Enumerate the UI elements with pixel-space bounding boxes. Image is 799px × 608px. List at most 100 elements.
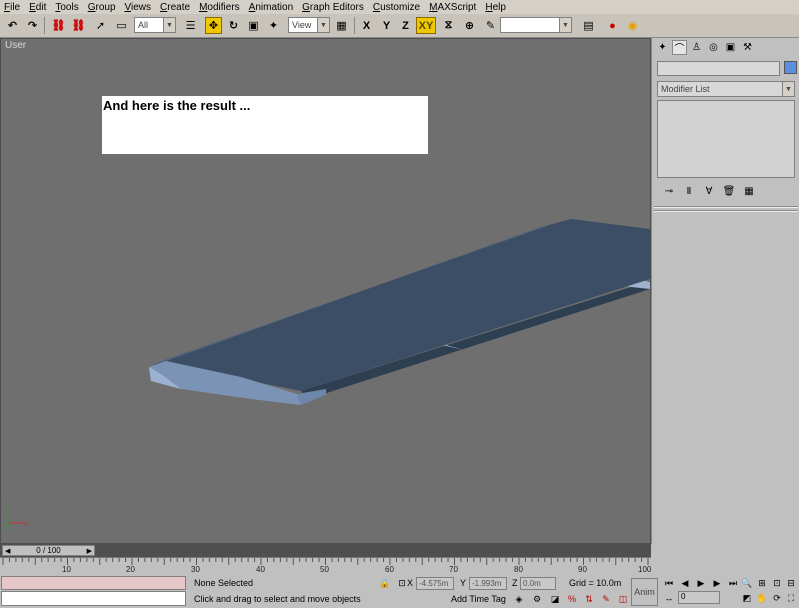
configure-modifier-sets-icon[interactable]: ▦ bbox=[742, 186, 756, 197]
lock-selection-icon[interactable]: 🔒 bbox=[379, 577, 391, 589]
reference-coordinate-dropdown[interactable]: View ▼ bbox=[288, 17, 330, 33]
viewport-user[interactable]: User And here is the result ... z x y bbox=[0, 38, 651, 544]
select-object-icon[interactable]: ➚ bbox=[92, 17, 109, 34]
tick-label: 60 bbox=[385, 565, 394, 574]
snaps-toggle-icon[interactable]: ⚙ bbox=[531, 593, 543, 605]
add-time-tag-button[interactable]: Add Time Tag bbox=[448, 592, 508, 606]
z-coordinate-field[interactable]: 0.0m bbox=[520, 577, 556, 590]
utilities-tab-icon[interactable]: ⚒ bbox=[740, 40, 755, 55]
time-slider-thumb[interactable]: ◀ 0 / 100 ▶ bbox=[2, 545, 95, 556]
selection-region-icon[interactable]: ▭ bbox=[113, 17, 130, 34]
selection-status: None Selected bbox=[194, 578, 254, 588]
maximize-viewport-icon[interactable]: ⛶ bbox=[785, 592, 797, 604]
mirror-icon[interactable]: ⧖ bbox=[440, 17, 457, 34]
menu-tools[interactable]: Tools bbox=[55, 2, 78, 13]
menu-create[interactable]: Create bbox=[160, 2, 190, 13]
track-view-icon[interactable]: ▤ bbox=[580, 17, 597, 34]
redo-icon[interactable]: ↷ bbox=[24, 17, 41, 34]
toolbar-separator bbox=[354, 17, 355, 34]
remove-modifier-icon[interactable]: 🗑 bbox=[722, 186, 736, 197]
tick-label: 50 bbox=[320, 565, 329, 574]
play-icon[interactable]: ▶ bbox=[695, 577, 707, 589]
display-tab-icon[interactable]: ▣ bbox=[723, 40, 738, 55]
go-to-start-icon[interactable]: ⏮ bbox=[663, 577, 675, 589]
zoom-extents-icon[interactable]: ⊡ bbox=[771, 577, 783, 589]
restrict-y-button[interactable]: Y bbox=[378, 17, 395, 34]
key-mode-icon[interactable]: ↔ bbox=[663, 592, 675, 604]
select-and-move-icon[interactable]: ✥ bbox=[205, 17, 222, 34]
zoom-icon[interactable]: 🔍 bbox=[741, 577, 753, 589]
spinner-snap-icon[interactable]: ⇅ bbox=[583, 593, 595, 605]
selection-filter-dropdown[interactable]: All ▼ bbox=[134, 17, 176, 33]
track-bar[interactable]: 10 20 30 40 50 60 70 80 90 100 bbox=[0, 557, 651, 575]
angle-snap-icon[interactable]: ◪ bbox=[549, 593, 561, 605]
select-and-scale-icon[interactable]: ▣ bbox=[245, 17, 262, 34]
go-to-end-icon[interactable]: ⏭ bbox=[727, 577, 739, 589]
window-crossing-icon[interactable]: ◫ bbox=[617, 593, 629, 605]
arc-rotate-icon[interactable]: ⟳ bbox=[771, 592, 783, 604]
current-frame-field[interactable]: 0 bbox=[678, 591, 720, 604]
restrict-x-button[interactable]: X bbox=[358, 17, 375, 34]
menu-edit[interactable]: Edit bbox=[29, 2, 46, 13]
edit-named-selections-icon[interactable]: ✎ bbox=[600, 593, 612, 605]
prev-frame-icon[interactable]: ◀ bbox=[5, 547, 10, 555]
named-selection-icon[interactable]: ✎ bbox=[482, 17, 499, 34]
menu-modifiers[interactable]: Modifiers bbox=[199, 2, 240, 13]
tick-label: 20 bbox=[126, 565, 135, 574]
render-scene-icon[interactable]: ◉ bbox=[624, 17, 641, 34]
zoom-extents-all-icon[interactable]: ⊟ bbox=[785, 577, 797, 589]
animate-button[interactable]: Anim bbox=[631, 578, 658, 606]
y-coordinate-field[interactable]: -1.993m bbox=[469, 577, 507, 590]
undo-icon[interactable]: ↶ bbox=[4, 17, 21, 34]
restrict-z-button[interactable]: Z bbox=[397, 17, 414, 34]
next-frame-icon[interactable]: ▶ bbox=[711, 577, 723, 589]
menu-graph-editors[interactable]: Graph Editors bbox=[302, 2, 364, 13]
object-color-swatch[interactable] bbox=[784, 61, 797, 74]
modifier-stack[interactable] bbox=[657, 100, 795, 178]
menu-customize[interactable]: Customize bbox=[373, 2, 420, 13]
modify-tab-icon[interactable]: ⌒ bbox=[672, 40, 687, 55]
viewport-label[interactable]: User bbox=[5, 40, 26, 51]
pan-icon[interactable]: ✋ bbox=[756, 592, 768, 604]
x-coordinate-field[interactable]: -4.575m bbox=[416, 577, 454, 590]
chevron-down-icon[interactable]: ▼ bbox=[559, 18, 571, 32]
previous-frame-icon[interactable]: ◀ bbox=[679, 577, 691, 589]
degradation-override-icon[interactable]: ◈ bbox=[513, 593, 525, 605]
chevron-down-icon[interactable]: ▼ bbox=[782, 82, 794, 96]
menu-help[interactable]: Help bbox=[485, 2, 506, 13]
modifier-list-dropdown[interactable]: Modifier List ▼ bbox=[657, 81, 795, 97]
create-tab-icon[interactable]: ✦ bbox=[655, 40, 670, 55]
field-of-view-icon[interactable]: ◩ bbox=[741, 592, 753, 604]
menu-animation[interactable]: Animation bbox=[249, 2, 293, 13]
zoom-all-icon[interactable]: ⊞ bbox=[756, 577, 768, 589]
pivot-center-icon[interactable]: ▦ bbox=[333, 17, 350, 34]
align-icon[interactable]: ⊕ bbox=[461, 17, 478, 34]
material-editor-icon[interactable]: ● bbox=[604, 17, 621, 34]
grid-size: Grid = 10.0m bbox=[569, 578, 622, 588]
unlink-selection-icon[interactable]: ⛓ bbox=[70, 17, 87, 34]
motion-tab-icon[interactable]: ◎ bbox=[706, 40, 721, 55]
select-by-name-icon[interactable]: ☰ bbox=[182, 17, 199, 34]
menu-maxscript[interactable]: MAXScript bbox=[429, 2, 476, 13]
maxscript-input-mini[interactable] bbox=[1, 591, 186, 606]
menu-group[interactable]: Group bbox=[88, 2, 116, 13]
time-slider[interactable]: ◀ 0 / 100 ▶ bbox=[0, 544, 651, 557]
show-end-result-icon[interactable]: Ⅱ bbox=[682, 186, 696, 197]
menu-file[interactable]: File bbox=[4, 2, 20, 13]
menu-views[interactable]: Views bbox=[125, 2, 152, 13]
next-frame-icon[interactable]: ▶ bbox=[87, 547, 92, 555]
object-name-field[interactable] bbox=[657, 61, 780, 76]
hierarchy-tab-icon[interactable]: ♙ bbox=[689, 40, 704, 55]
pin-stack-icon[interactable]: ⊸ bbox=[662, 186, 676, 197]
select-and-rotate-icon[interactable]: ↻ bbox=[225, 17, 242, 34]
restrict-xy-button[interactable]: XY bbox=[416, 17, 436, 34]
chevron-down-icon[interactable]: ▼ bbox=[317, 18, 329, 32]
make-unique-icon[interactable]: ∀ bbox=[702, 186, 716, 197]
maxscript-listener-mini[interactable] bbox=[1, 576, 186, 590]
named-selection-dropdown[interactable]: ▼ bbox=[500, 17, 572, 33]
select-and-link-icon[interactable]: ⛓ bbox=[50, 17, 67, 34]
select-and-manipulate-icon[interactable]: ✦ bbox=[265, 17, 282, 34]
percent-snap-icon[interactable]: % bbox=[566, 593, 578, 605]
chevron-down-icon[interactable]: ▼ bbox=[163, 18, 175, 32]
main-toolbar: ↶ ↷ ⛓ ⛓ ➚ ▭ All ▼ ☰ ✥ ↻ ▣ ✦ View ▼ ▦ X Y… bbox=[0, 14, 799, 38]
